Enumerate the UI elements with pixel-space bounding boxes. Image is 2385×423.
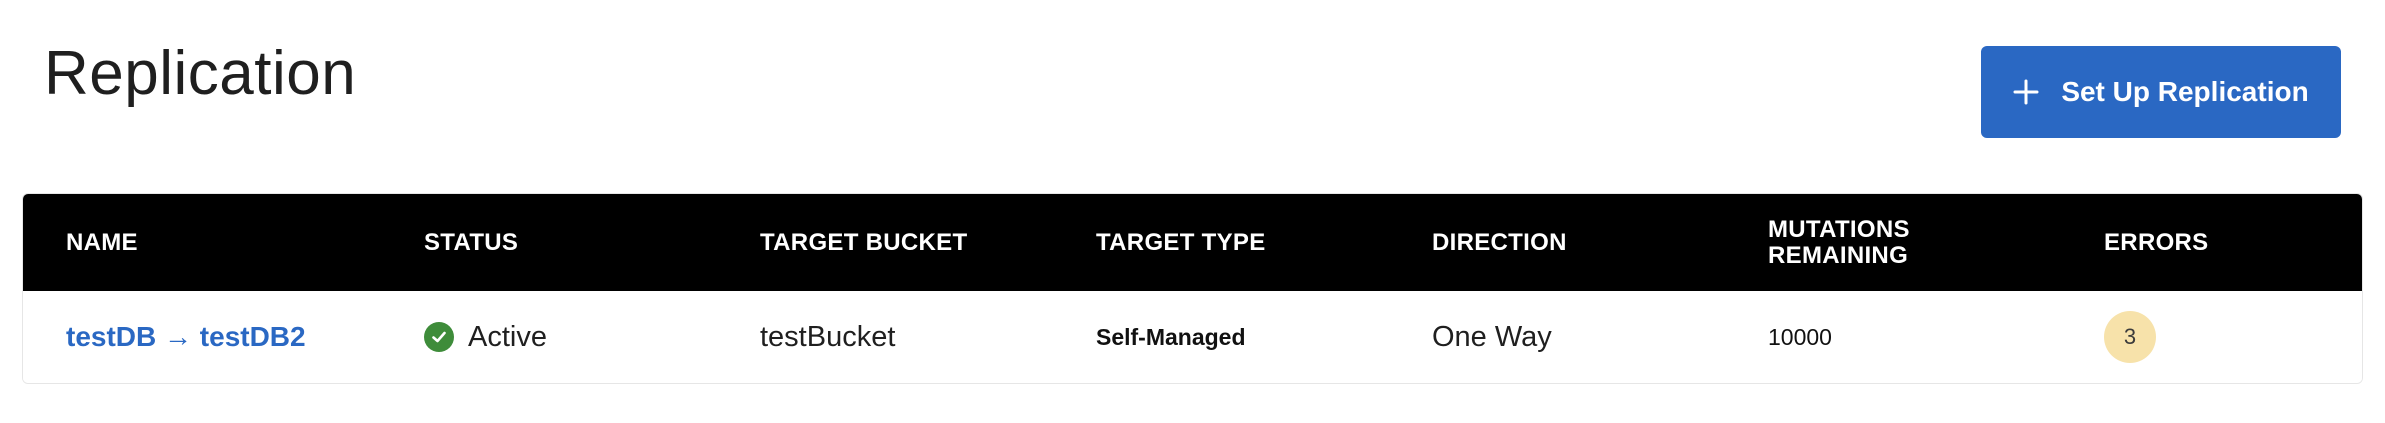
cell-direction: One Way [1432, 320, 1552, 353]
replication-table: NAME STATUS TARGET BUCKET TARGET TYPE DI… [22, 193, 2363, 384]
column-header-mutations-line2: REMAINING [1768, 241, 1909, 269]
column-header-errors[interactable]: ERRORS [2104, 230, 2362, 255]
column-header-mutations-remaining[interactable]: MUTATIONS REMAINING [1768, 216, 2104, 269]
table-row: testDB → testDB2 Active testBucket Self-… [23, 291, 2362, 383]
cell-target-bucket: testBucket [760, 320, 896, 353]
setup-replication-button[interactable]: Set Up Replication [1981, 46, 2341, 138]
replication-page: Replication Set Up Replication NAME STAT… [0, 0, 2385, 423]
status-indicator: Active [424, 321, 760, 354]
column-header-target-bucket[interactable]: TARGET BUCKET [760, 230, 1096, 255]
errors-badge[interactable]: 3 [2104, 311, 2156, 363]
cell-target-type: Self-Managed [1096, 323, 1246, 350]
status-text: Active [468, 320, 547, 353]
column-header-direction[interactable]: DIRECTION [1432, 230, 1768, 255]
cell-errors: 3 [2104, 311, 2362, 363]
plus-icon [2013, 79, 2039, 105]
column-header-mutations-line1: MUTATIONS [1768, 216, 1910, 244]
setup-replication-label: Set Up Replication [2061, 76, 2309, 107]
table-header-row: NAME STATUS TARGET BUCKET TARGET TYPE DI… [23, 194, 2362, 291]
column-header-target-type[interactable]: TARGET TYPE [1096, 230, 1432, 255]
replication-name-link[interactable]: testDB → testDB2 [66, 321, 306, 352]
column-header-status[interactable]: STATUS [424, 230, 760, 255]
cell-status: Active [424, 321, 760, 354]
cell-mutations-remaining: 10000 [1768, 323, 1832, 350]
column-header-name[interactable]: NAME [23, 230, 424, 255]
page-header: Replication Set Up Replication [22, 0, 2363, 190]
cell-name: testDB → testDB2 [23, 321, 424, 354]
page-title: Replication [44, 39, 357, 108]
check-circle-icon [424, 322, 454, 352]
